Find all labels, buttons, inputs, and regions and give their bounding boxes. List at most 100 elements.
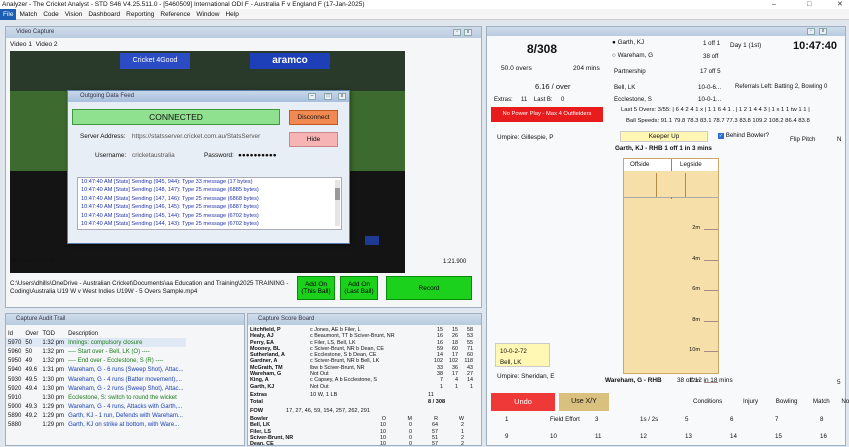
outgoing-data-feed-dialog: Outgoing Data Feed – □ x CONNECTED Disconn…: [67, 90, 350, 244]
outcome-button-14[interactable]: 14: [730, 433, 737, 440]
minimize-button[interactable]: –: [772, 0, 776, 9]
outcome-button-field-effort[interactable]: Field Effort: [550, 416, 580, 423]
cell: 5910: [8, 394, 22, 401]
cell: ---- Start over - Bell, LK (O) ----: [68, 348, 150, 355]
fow-row: FOW 17, 27, 46, 59, 154, 257, 262, 291: [250, 406, 478, 416]
cell: 5950: [8, 358, 22, 365]
table-row[interactable]: 5960 50 1:32 pm ---- Start over - Bell, LK …: [6, 347, 186, 356]
tab-match[interactable]: Match: [813, 398, 830, 405]
batter-info-top: Garth, KJ - RHB 1 off 1 in 3 mins: [615, 145, 712, 152]
menu-item-code[interactable]: Code: [40, 9, 62, 20]
keeper-up-button[interactable]: Keeper Up: [620, 131, 708, 142]
cell: Wareham, G - 2 runs (Sweep Shot), Attac.…: [68, 385, 184, 392]
menu-item-match[interactable]: Match: [16, 9, 40, 20]
username-field[interactable]: cricketaustralia: [132, 152, 175, 159]
cell: 1:32 pm: [42, 339, 65, 346]
clock: 10:47:40: [793, 40, 838, 52]
outcome-button-15[interactable]: 15: [775, 433, 782, 440]
close-icon[interactable]: x: [338, 93, 346, 100]
outcome-button-1[interactable]: 1: [505, 416, 508, 423]
outcome-button-1s-2s[interactable]: 1s / 2s: [640, 416, 658, 423]
bowler2-figures: 10-0-1...: [698, 96, 722, 103]
behind-bowler-checkbox[interactable]: ✓ Behind Bowler?: [718, 132, 769, 139]
cell: 1:29 pm: [42, 404, 65, 411]
last-five-overs: Last 5 Overs: 3/55: | 6 4 2 4 1 x | 1 1 …: [621, 107, 810, 113]
outcome-button-3[interactable]: 3: [595, 416, 598, 423]
maximize-icon[interactable]: □: [324, 93, 332, 100]
title-text: Analyzer - The Cricket Analyst - STD S46…: [2, 1, 365, 8]
table-row[interactable]: 5910 1:30 pm Ecclestone, S: switch to roun…: [6, 393, 186, 402]
outcome-button-8[interactable]: 8: [820, 416, 823, 423]
menu-item-help[interactable]: Help: [222, 9, 241, 20]
outcome-button-10[interactable]: 10: [550, 433, 557, 440]
outcome-button-6[interactable]: 6: [730, 416, 733, 423]
table-row[interactable]: 5930 49.5 1:30 pm Wareham, G - 4 runs (Batt…: [6, 375, 186, 384]
menu-item-dashboard[interactable]: Dashboard: [85, 9, 123, 20]
cell: 49.5: [25, 376, 38, 383]
cell: 1:29 pm: [42, 413, 65, 420]
outcome-button-7[interactable]: 7: [775, 416, 778, 423]
outcome-button-9[interactable]: 9: [505, 433, 508, 440]
overs-text: 50.0 overs: [501, 65, 532, 72]
table-row[interactable]: 5950 49 1:32 pm ---- End over - Ecclestone,…: [6, 357, 186, 366]
menu-item-window[interactable]: Window: [193, 9, 222, 20]
tab-injury[interactable]: Injury: [743, 398, 758, 405]
extras-label: Extras:: [494, 97, 513, 103]
restore-icon[interactable]: ▫: [807, 28, 815, 35]
tab-bowling[interactable]: Bowling: [776, 398, 798, 405]
table-row[interactable]: 5940 49.6 1:31 pm Wareham, G - 6 runs (Swee…: [6, 366, 186, 375]
record-button[interactable]: Record: [386, 276, 472, 300]
tab-note[interactable]: Note: [841, 398, 849, 405]
cell: 49.4: [25, 385, 38, 392]
tab-video-2[interactable]: Video 2: [36, 41, 58, 48]
batter1-row[interactable]: ● Garth, KJ: [612, 39, 644, 46]
tab-video-1[interactable]: Video 1: [10, 41, 32, 48]
log-scrollbar[interactable]: [335, 180, 340, 226]
minimize-icon[interactable]: –: [308, 93, 316, 100]
restore-icon[interactable]: ▫: [453, 29, 461, 36]
add-on-last-ball-button[interactable]: Add On (Last Ball): [340, 276, 378, 300]
log-entry: 10:47:40 AM [Stats] Sending (148, 147): …: [81, 187, 259, 194]
close-button[interactable]: ✕: [837, 0, 843, 9]
table-row[interactable]: 5970 50 1:32 pm Innings: compulsory closure: [6, 338, 186, 348]
menu-item-reporting[interactable]: Reporting: [123, 9, 157, 20]
add-on-this-ball-button[interactable]: Add On (This Ball): [297, 276, 335, 300]
outcome-button-11[interactable]: 11: [595, 433, 601, 440]
total-row: Total 8 / 308: [250, 399, 478, 406]
table-row[interactable]: 5880 1:29 pm Garth, KJ on strike at bottom…: [6, 421, 186, 430]
cell: 1: [470, 383, 473, 390]
flip-pitch-button[interactable]: Flip Pitch: [790, 136, 815, 143]
table-row[interactable]: 5900 49.3 1:29 pm Wareham, G - 4 runs, Atta…: [6, 403, 186, 412]
menu-item-reference[interactable]: Reference: [157, 9, 193, 20]
disconnect-button[interactable]: Disconnect: [289, 110, 338, 125]
audit-trail-panel: Capture Audit Trail Id Over TOD Description…: [5, 313, 245, 446]
fow-value: 17, 27, 46, 59, 154, 257, 262, 291: [286, 407, 370, 414]
outcome-button-12[interactable]: 12: [640, 433, 647, 440]
playback-controls[interactable]: ▮▶ ◂◂ ▸▸ ⏮ ⏭ ⏯: [10, 257, 54, 265]
table-row[interactable]: 5920 49.4 1:30 pm Wareham, G - 2 runs (Swee…: [6, 384, 186, 393]
behind-bowler-label: Behind Bowler?: [725, 132, 770, 139]
maximize-button[interactable]: □: [807, 0, 811, 9]
feed-log-list[interactable]: 10:47:40 AM [Stats] Sending (945, 944): …: [77, 177, 342, 230]
table-row[interactable]: 5890 49.2 1:29 pm Garth, KJ - 1 run, Defend…: [6, 412, 186, 421]
hide-button[interactable]: Hide: [289, 132, 338, 147]
server-label: Server Address:: [80, 133, 126, 140]
close-icon[interactable]: x: [464, 29, 472, 36]
outcome-button-13[interactable]: 13: [685, 433, 692, 440]
bowler1-name: Bell, LK: [614, 84, 636, 91]
panel-title: Capture Score Board: [258, 316, 315, 322]
dialog-title: Outgoing Data Feed: [80, 93, 135, 99]
outcome-button-16[interactable]: 16: [820, 433, 827, 440]
close-icon[interactable]: x: [819, 28, 827, 35]
undo-button[interactable]: Undo: [491, 393, 555, 411]
menu-item-vision[interactable]: Vision: [62, 9, 86, 20]
password-field[interactable]: ●●●●●●●●●●: [238, 152, 277, 159]
flag-icon: [365, 236, 379, 245]
tab-conditions[interactable]: Conditions: [693, 398, 722, 405]
batter2-row[interactable]: ○ Wareham, G: [612, 52, 653, 59]
server-address-field[interactable]: https://statsserver.cricket.com.au/Stats…: [132, 133, 260, 140]
menu-item-file[interactable]: File: [0, 9, 17, 20]
pitch-map[interactable]: Offside Legside 2m 4m 6m 8m 10m 12m: [623, 158, 719, 384]
outcome-button-5[interactable]: 5: [685, 416, 688, 423]
use-xy-button[interactable]: Use X/Y: [559, 393, 609, 411]
